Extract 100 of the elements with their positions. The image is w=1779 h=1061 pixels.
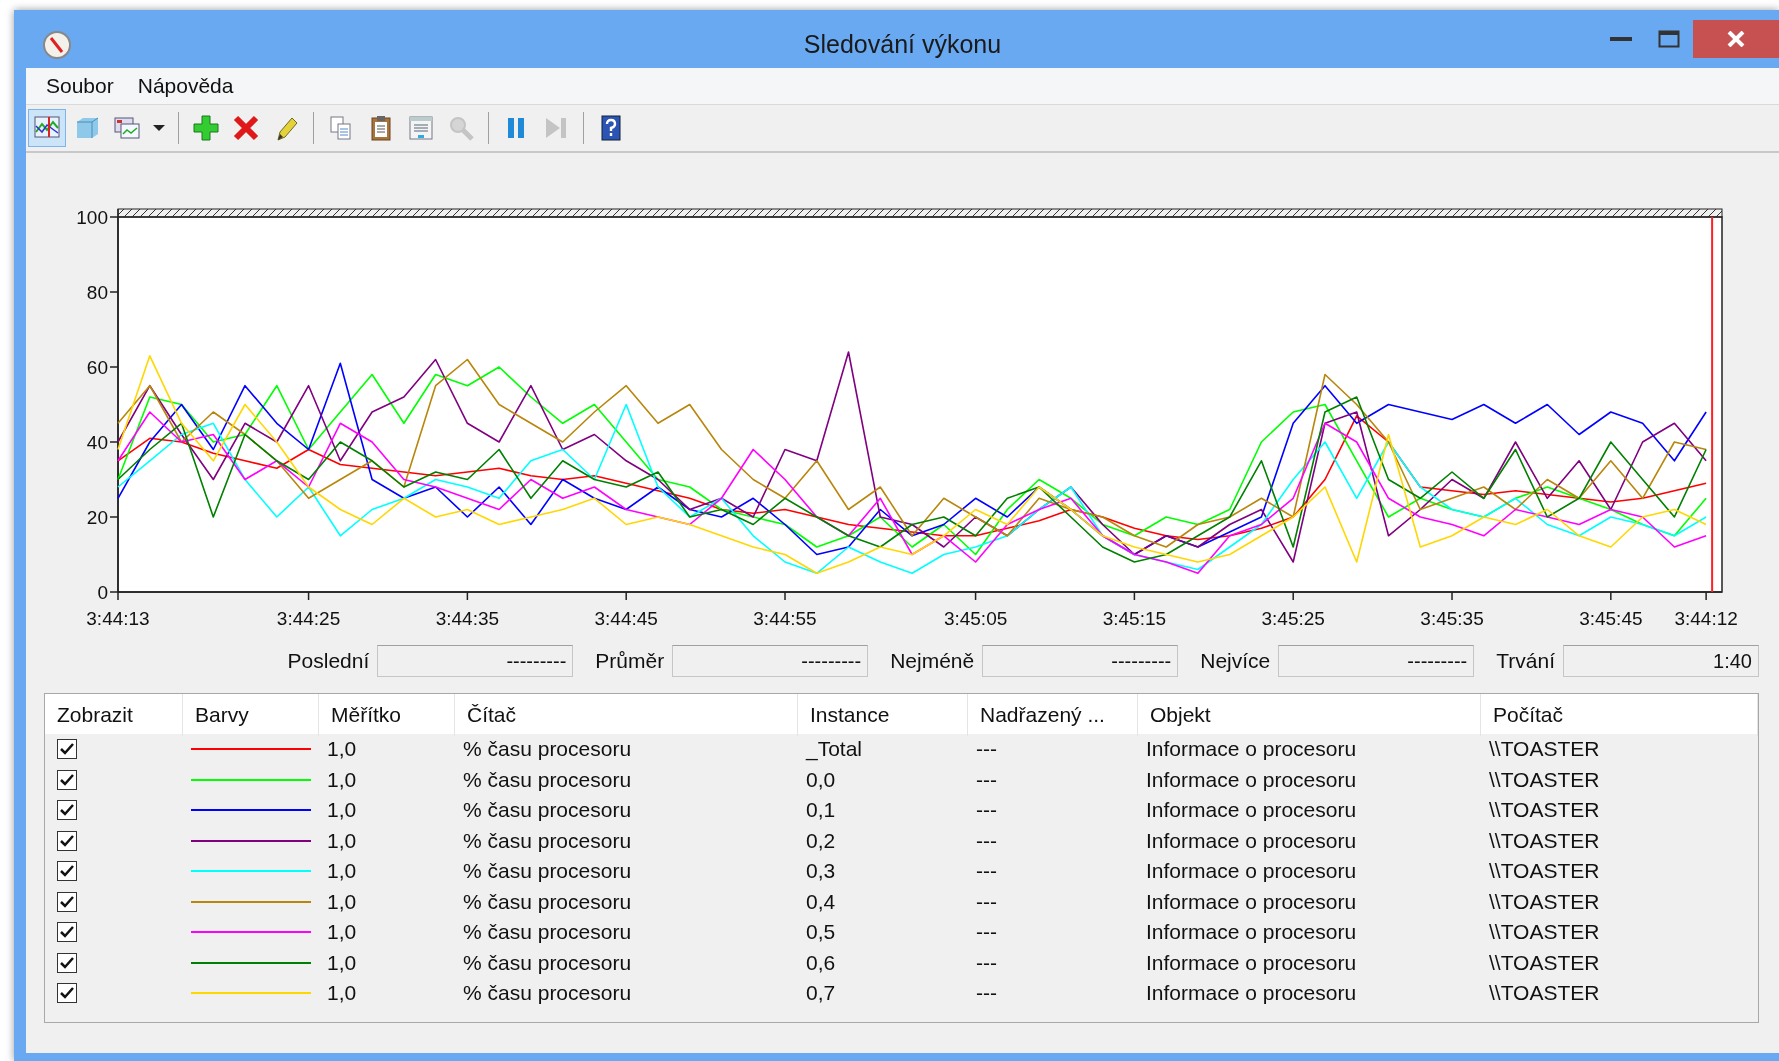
- table-cell-text: Informace o procesoru: [1145, 828, 1358, 853]
- checkbox[interactable]: [57, 769, 77, 790]
- table-cell-text: 1,0: [326, 859, 358, 884]
- checkbox[interactable]: [57, 922, 77, 943]
- table-cell-text: ---: [975, 859, 998, 884]
- y-tick-label: 60: [86, 357, 108, 378]
- stat-label: Nejvíce: [1200, 649, 1271, 673]
- x-icon: [232, 114, 260, 142]
- column-header[interactable]: Počítač: [1481, 694, 1758, 736]
- table-cell-text: ---: [975, 828, 998, 853]
- stat-label: Nejméně: [890, 649, 975, 673]
- table-cell-text: Informace o procesoru: [1145, 737, 1358, 762]
- table-cell-text: ---: [975, 767, 998, 792]
- table-cell-text: Informace o procesoru: [1145, 981, 1358, 1006]
- table-cell-text: Informace o procesoru: [1145, 798, 1358, 823]
- properties-icon: [407, 114, 435, 142]
- x-tick-label: 3:44:25: [276, 608, 341, 629]
- table-cell-text: \\TOASTER: [1488, 859, 1601, 884]
- column-header[interactable]: Zobrazit: [45, 694, 183, 736]
- x-tick-label: 3:44:55: [753, 608, 817, 629]
- y-tick-label: 100: [76, 207, 108, 228]
- menu-item[interactable]: Nápověda: [125, 74, 246, 98]
- checkbox[interactable]: [57, 739, 77, 760]
- table-cell-text: % času procesoru: [462, 920, 633, 945]
- x-tick-label: 3:44:45: [594, 608, 658, 629]
- column-header[interactable]: Barvy: [183, 694, 319, 736]
- table-cell-text: 1,0: [326, 828, 358, 853]
- table-cell-text: \\TOASTER: [1488, 981, 1601, 1006]
- table-cell-text: \\TOASTER: [1488, 889, 1601, 914]
- table-cell-text: Informace o procesoru: [1145, 889, 1358, 914]
- x-tick-label: 3:45:35: [1420, 608, 1484, 629]
- value-field: ---------: [377, 645, 574, 677]
- x-tick-label: 3:44:35: [435, 608, 500, 629]
- menu-item[interactable]: Soubor: [34, 74, 126, 98]
- graph-view-button[interactable]: [28, 109, 66, 147]
- column-header[interactable]: Nadřazený ...: [968, 694, 1138, 736]
- checkbox[interactable]: [57, 800, 77, 821]
- table-cell-text: 1,0: [326, 767, 358, 792]
- table-cell-text: % času procesoru: [462, 828, 633, 853]
- table-cell-text: \\TOASTER: [1488, 828, 1601, 853]
- caret-icon: [153, 125, 165, 131]
- table-cell-text: \\TOASTER: [1488, 767, 1601, 792]
- checkbox[interactable]: [57, 952, 77, 973]
- gauge-icon: [42, 30, 72, 60]
- table-cell-text: % času procesoru: [462, 767, 633, 792]
- table-cell-text: \\TOASTER: [1488, 950, 1601, 975]
- table-cell-text: ---: [975, 981, 998, 1006]
- stat-label: Průměr: [595, 649, 665, 673]
- x-tick-label: 3:45:25: [1261, 608, 1325, 629]
- table-cell-text: 0,5: [805, 920, 837, 945]
- table-cell-text: 1,0: [326, 920, 358, 945]
- table-cell-text: Informace o procesoru: [1145, 920, 1358, 945]
- table-cell-text: 1,0: [326, 889, 358, 914]
- y-tick-label: 80: [86, 282, 108, 303]
- table-cell-text: % času procesoru: [462, 981, 633, 1006]
- report-icon: [113, 114, 141, 142]
- close-button[interactable]: [1693, 20, 1779, 58]
- table-cell-text: 1,0: [326, 950, 358, 975]
- table-cell-text: % času procesoru: [462, 889, 633, 914]
- window-title: Sledování výkonu: [803, 30, 1002, 58]
- y-tick-label: 40: [86, 432, 108, 453]
- checkbox[interactable]: [57, 861, 77, 882]
- table-cell-text: 0,1: [805, 798, 837, 823]
- y-tick-label: 20: [86, 507, 108, 528]
- column-header[interactable]: Objekt: [1138, 694, 1481, 736]
- table-cell-text: 1,0: [326, 981, 358, 1006]
- table-cell-text: ---: [975, 950, 998, 975]
- magnifier-icon: [447, 114, 475, 142]
- table-cell-text: ---: [975, 798, 998, 823]
- y-tick-label: 0: [97, 582, 108, 603]
- table-cell-text: 0,6: [805, 950, 837, 975]
- table-cell-text: Informace o procesoru: [1145, 950, 1358, 975]
- checkbox[interactable]: [57, 830, 77, 851]
- table-cell-text: % času procesoru: [462, 798, 633, 823]
- table-cell-text: \\TOASTER: [1488, 920, 1601, 945]
- table-cell-text: ---: [975, 920, 998, 945]
- column-header[interactable]: Instance: [798, 694, 968, 736]
- table-cell-text: % času procesoru: [462, 859, 633, 884]
- table-cell-text: 1,0: [326, 798, 358, 823]
- x-tick-label: 3:45:45: [1579, 608, 1643, 629]
- table-cell-text: 0,0: [805, 767, 837, 792]
- checkbox[interactable]: [57, 983, 77, 1004]
- value-field: ---------: [672, 645, 869, 677]
- stat-label: Trvání: [1496, 649, 1555, 673]
- table-cell-text: % času procesoru: [462, 737, 633, 762]
- minimize-icon: [1610, 36, 1632, 42]
- close-icon: [1727, 31, 1745, 47]
- table-cell-text: 0,3: [805, 859, 837, 884]
- x-tick-label: 3:45:15: [1102, 608, 1167, 629]
- value-field: ---------: [982, 645, 1179, 677]
- stat-label: Poslední: [287, 649, 370, 673]
- column-header[interactable]: Čítač: [455, 694, 798, 736]
- value-field: ---------: [1278, 645, 1475, 677]
- plus-icon: [192, 114, 220, 142]
- x-tick-label: 3:44:13: [86, 608, 150, 629]
- column-header[interactable]: Měřítko: [319, 694, 455, 736]
- table-cell-text: Informace o procesoru: [1145, 767, 1358, 792]
- value-field: 1:40: [1563, 645, 1759, 677]
- table-cell-text: 0,4: [805, 889, 837, 914]
- checkbox[interactable]: [57, 891, 77, 912]
